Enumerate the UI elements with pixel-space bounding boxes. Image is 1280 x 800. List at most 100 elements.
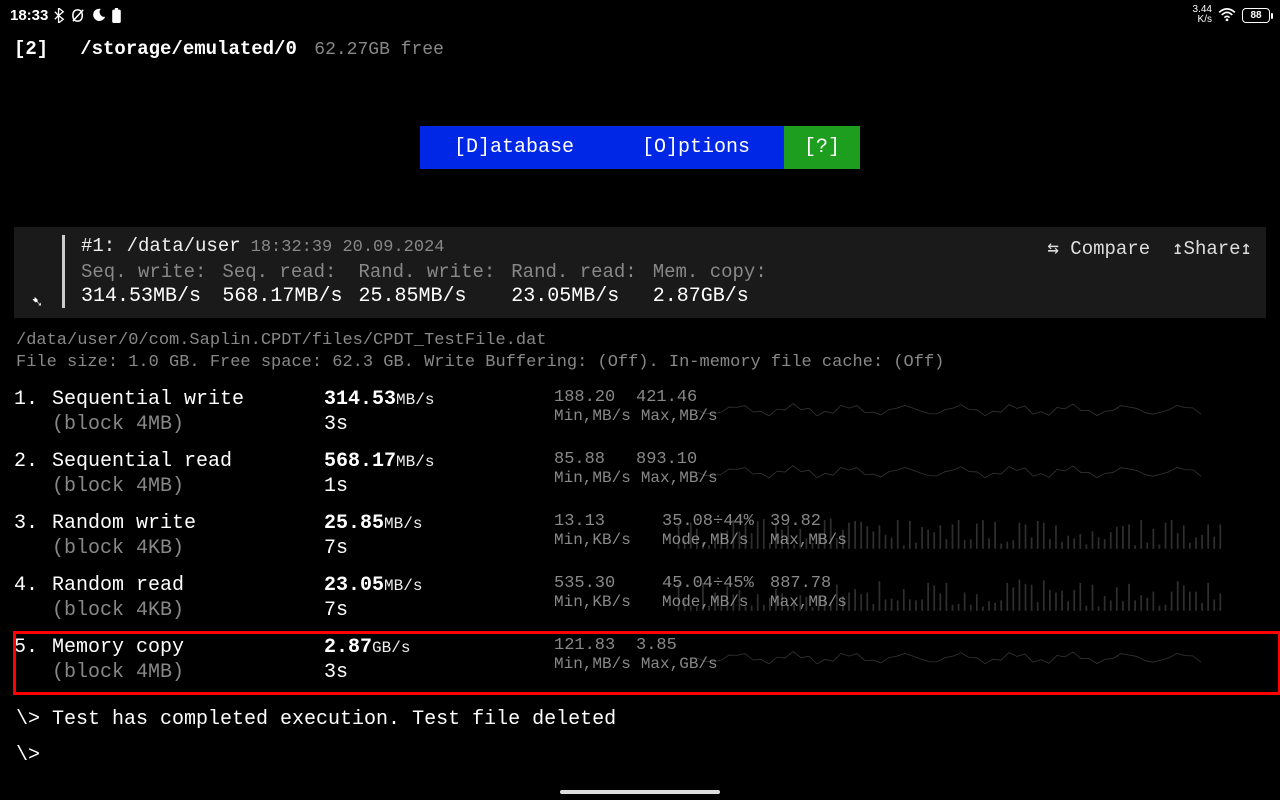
result-value: 25.85 xyxy=(324,512,384,535)
result-unit: MB/s xyxy=(384,577,422,595)
stat-value: 3.85 xyxy=(636,636,708,655)
current-path[interactable]: /storage/emulated/0 xyxy=(80,38,297,60)
battery-small-icon xyxy=(112,8,121,23)
home-indicator[interactable] xyxy=(560,790,720,794)
test-name: Random write xyxy=(52,512,324,535)
summary-col-value: 568.17MB/s xyxy=(222,283,358,308)
block-size: (block 4MB) xyxy=(52,661,324,684)
stat-value: 421.46 xyxy=(636,388,708,407)
console-line: \> Test has completed execution. Test fi… xyxy=(16,702,616,738)
result-unit: MB/s xyxy=(396,453,434,471)
stat-label: Min,MB/s xyxy=(554,407,631,425)
stat-label: Min,KB/s xyxy=(554,531,652,549)
stat-label: Max,MB/s xyxy=(641,407,718,425)
test-name: Sequential read xyxy=(52,450,324,473)
summary-col-value: 2.87GB/s xyxy=(653,283,783,308)
result-stats: 535.3045.04÷45%887.78 Min,KB/sMode,MB/sM… xyxy=(554,574,1280,611)
path-bar: [2] /storage/emulated/0 62.27GB free xyxy=(0,28,1280,60)
stat-label: Min,KB/s xyxy=(554,593,652,611)
test-config: File size: 1.0 GB. Free space: 62.3 GB. … xyxy=(16,352,1264,374)
result-duration: 7s xyxy=(324,537,478,560)
block-size: (block 4KB) xyxy=(52,599,324,622)
result-row[interactable]: 5. Memory copy (block 4MB) 2.87GB/s 3s 1… xyxy=(14,632,1280,694)
benchmark-summary: ➷ #1: /data/user 18:32:39 20.09.2024 Seq… xyxy=(14,227,1266,318)
summary-col-label: Rand. read: xyxy=(511,261,652,283)
summary-col-label: Rand. write: xyxy=(358,261,511,283)
row-number: 1. xyxy=(14,388,52,411)
stat-label: Mode,MB/s xyxy=(662,593,760,611)
menu-bar: [D]atabase [O]ptions [?] xyxy=(0,126,1280,169)
stat-value: 535.30 xyxy=(554,574,652,593)
result-unit: MB/s xyxy=(384,515,422,533)
stat-value: 121.83 xyxy=(554,636,626,655)
block-size: (block 4KB) xyxy=(52,537,324,560)
mute-icon xyxy=(71,8,86,23)
summary-timestamp: 18:32:39 20.09.2024 xyxy=(251,238,445,257)
result-duration: 1s xyxy=(324,475,478,498)
block-size: (block 4MB) xyxy=(52,475,324,498)
stat-label: Max,MB/s xyxy=(770,593,868,611)
results-list: 1. Sequential write (block 4MB) 314.53MB… xyxy=(0,384,1280,694)
test-file-path: /data/user/0/com.Saplin.CPDT/files/CPDT_… xyxy=(16,330,1264,352)
test-name: Random read xyxy=(52,574,324,597)
result-stats: 121.83 3.85 Min,MB/s Max,GB/s xyxy=(554,636,1280,673)
result-row[interactable]: 4. Random read (block 4KB) 23.05MB/s 7s … xyxy=(14,570,1280,632)
summary-metrics-table: Seq. write:Seq. read:Rand. write:Rand. r… xyxy=(81,261,783,308)
battery-indicator: 88 xyxy=(1242,8,1270,23)
summary-col-label: Mem. copy: xyxy=(653,261,783,283)
help-button[interactable]: [?] xyxy=(784,126,860,169)
stat-label: Max,GB/s xyxy=(641,655,718,673)
stat-value: 893.10 xyxy=(636,450,708,469)
expand-arrow-icon[interactable]: ➷ xyxy=(32,292,42,312)
result-value: 23.05 xyxy=(324,574,384,597)
network-speed: 3.44 K/s xyxy=(1193,5,1212,25)
summary-col-value: 23.05MB/s xyxy=(511,283,652,308)
database-button[interactable]: [D]atabase xyxy=(420,126,608,169)
stat-value: 85.88 xyxy=(554,450,626,469)
compare-button[interactable]: ⇆ Compare xyxy=(1047,237,1150,260)
android-status-bar: 18:33 3.44 K/s 88 xyxy=(0,0,1280,28)
stat-label: Min,MB/s xyxy=(554,469,631,487)
stat-label: Max,MB/s xyxy=(641,469,718,487)
result-value: 2.87 xyxy=(324,636,372,659)
result-stats: 85.88 893.10 Min,MB/s Max,MB/s xyxy=(554,450,1280,487)
options-button[interactable]: [O]ptions xyxy=(608,126,784,169)
console-output: \> Test has completed execution. Test fi… xyxy=(16,702,616,774)
stat-value: 39.82 xyxy=(770,512,868,531)
pane-index: [2] xyxy=(14,38,48,60)
stat-label: Min,MB/s xyxy=(554,655,631,673)
test-name: Memory copy xyxy=(52,636,324,659)
clock: 18:33 xyxy=(10,7,48,24)
result-duration: 3s xyxy=(324,413,478,436)
block-size: (block 4MB) xyxy=(52,413,324,436)
free-space: 62.27GB free xyxy=(314,40,444,60)
share-button[interactable]: ↥Share↥ xyxy=(1172,237,1252,260)
wifi-icon xyxy=(1218,8,1236,22)
test-name: Sequential write xyxy=(52,388,324,411)
result-unit: GB/s xyxy=(372,639,410,657)
summary-title: #1: /data/user xyxy=(81,235,241,257)
result-row[interactable]: 1. Sequential write (block 4MB) 314.53MB… xyxy=(14,384,1280,446)
console-prompt[interactable]: \> xyxy=(16,738,616,774)
row-number: 4. xyxy=(14,574,52,597)
row-number: 5. xyxy=(14,636,52,659)
result-row[interactable]: 3. Random write (block 4KB) 25.85MB/s 7s… xyxy=(14,508,1280,570)
summary-col-value: 314.53MB/s xyxy=(81,283,222,308)
stat-value: 13.13 xyxy=(554,512,652,531)
result-row[interactable]: 2. Sequential read (block 4MB) 568.17MB/… xyxy=(14,446,1280,508)
stat-label: Max,MB/s xyxy=(770,531,868,549)
result-duration: 3s xyxy=(324,661,478,684)
stat-value: 188.20 xyxy=(554,388,626,407)
result-duration: 7s xyxy=(324,599,478,622)
test-meta: /data/user/0/com.Saplin.CPDT/files/CPDT_… xyxy=(0,318,1280,384)
row-number: 3. xyxy=(14,512,52,535)
summary-col-label: Seq. read: xyxy=(222,261,358,283)
result-stats: 13.13 35.08÷44% 39.82 Min,KB/s Mode,MB/s Max… xyxy=(554,512,1280,549)
summary-col-value: 25.85MB/s xyxy=(358,283,511,308)
result-unit: MB/s xyxy=(396,391,434,409)
stat-label: Mode,MB/s xyxy=(662,531,760,549)
stat-value: 35.08÷44% xyxy=(662,512,760,531)
row-number: 2. xyxy=(14,450,52,473)
dnd-moon-icon xyxy=(92,8,106,22)
stat-value: 887.78 xyxy=(770,574,868,593)
